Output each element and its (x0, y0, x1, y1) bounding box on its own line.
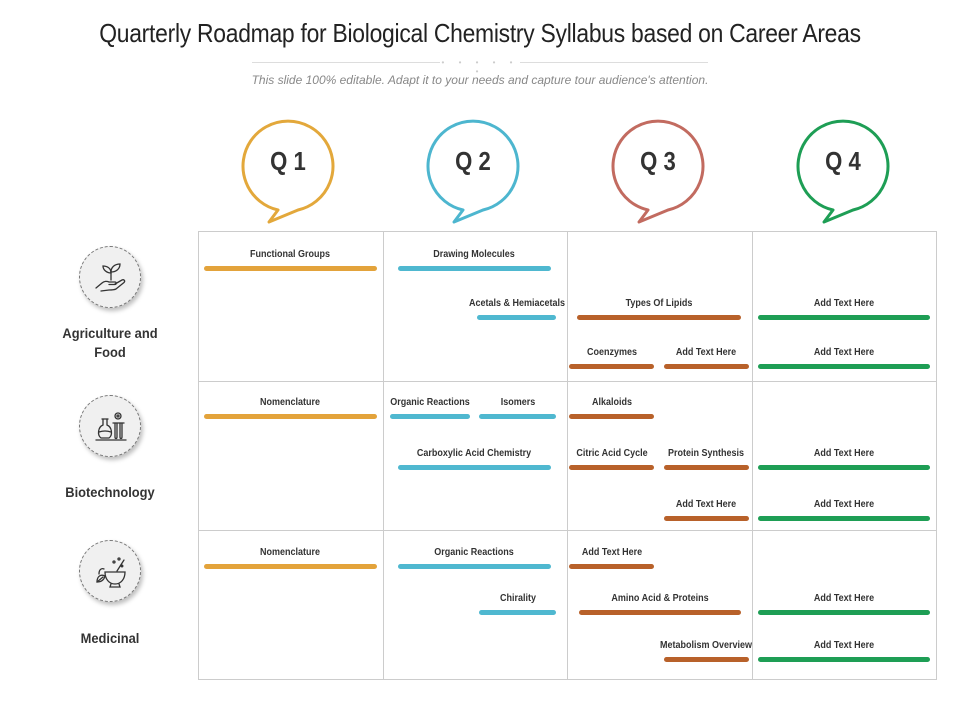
task-bar (663, 364, 749, 369)
task-label: Metabolism Overview (660, 640, 753, 651)
task-bar (576, 315, 742, 320)
task-label: Add Text Here (813, 593, 874, 604)
task-label: Acetals & Hemiacetals (468, 298, 565, 309)
task-label: Isomers (500, 397, 535, 408)
row-divider (198, 381, 937, 382)
quarter-label: Q 4 (825, 146, 861, 176)
task-bar (397, 564, 551, 569)
task-bar (203, 414, 378, 419)
column-divider (567, 231, 568, 680)
task-bar (397, 465, 551, 470)
area-label-agriculture: Agriculture and Food (62, 325, 158, 360)
column-divider (752, 231, 753, 680)
task-label: Types Of Lipids (625, 298, 693, 309)
task-label: Organic Reactions (390, 397, 470, 408)
task-label: Amino Acid & Proteins (611, 593, 709, 604)
task-bar (203, 564, 378, 569)
task-label: Add Text Here (675, 347, 737, 358)
task-bar (578, 610, 742, 615)
task-label: Carboxylic Acid Chemistry (417, 448, 532, 459)
task-label: Add Text Here (581, 547, 643, 558)
task-label: Add Text Here (813, 499, 874, 510)
task-label: Drawing Molecules (433, 249, 515, 260)
task-bar (757, 516, 930, 521)
task-bar (569, 564, 655, 569)
task-bar (569, 465, 655, 470)
task-bar (663, 657, 749, 662)
task-label: Chirality (499, 593, 536, 604)
task-bar (757, 610, 930, 615)
quarter-label: Q 3 (640, 146, 676, 176)
task-bar (569, 364, 655, 369)
task-label: Add Text Here (813, 298, 874, 309)
page-subtitle: This slide 100% editable. Adapt it to yo… (251, 73, 709, 87)
task-bar (757, 364, 930, 369)
task-label: Alkaloids (591, 397, 632, 408)
column-divider (383, 231, 384, 680)
lab-flask-gear-icon (79, 395, 141, 457)
page-title: Quarterly Roadmap for Biological Chemist… (99, 18, 861, 48)
task-bar (203, 266, 378, 271)
plant-in-hand-icon (79, 246, 141, 308)
mortar-pestle-icon (79, 540, 141, 602)
task-label: Protein Synthesis (668, 448, 745, 459)
task-bar (390, 414, 470, 419)
task-label: Organic Reactions (434, 547, 514, 558)
quarter-label: Q 2 (455, 146, 491, 176)
task-label: Add Text Here (813, 448, 874, 459)
task-label: Nomenclature (260, 547, 321, 558)
task-label: Nomenclature (260, 397, 321, 408)
task-bar (663, 516, 749, 521)
task-label: Functional Groups (250, 249, 331, 260)
task-bar (757, 315, 930, 320)
task-bar (478, 414, 557, 419)
area-label-medicinal: Medicinal (80, 630, 140, 646)
quarter-label: Q 1 (270, 146, 306, 176)
task-label: Coenzymes (586, 347, 637, 358)
task-label: Add Text Here (813, 640, 874, 651)
area-label-biotechnology: Biotechnology (65, 484, 155, 500)
task-bar (757, 465, 930, 470)
task-label: Add Text Here (675, 499, 737, 510)
slide: { "header": { "title": "Quarterly Roadma… (0, 0, 960, 720)
task-label: Citric Acid Cycle (576, 448, 648, 459)
task-bar (663, 465, 749, 470)
task-label: Add Text Here (813, 347, 874, 358)
row-divider (198, 530, 937, 531)
task-bar (476, 315, 557, 320)
task-bar (757, 657, 930, 662)
task-bar (569, 414, 655, 419)
task-bar (478, 610, 557, 615)
task-bar (397, 266, 551, 271)
